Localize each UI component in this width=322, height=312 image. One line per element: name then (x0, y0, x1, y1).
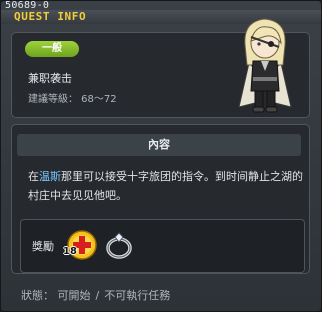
npc-portrait-icon (238, 18, 292, 113)
status-separator: / (95, 289, 100, 302)
silver-ring-icon[interactable] (103, 229, 135, 261)
window-title: QUEST INFO (14, 10, 87, 23)
quest-info-window: 50689-0 QUEST INFO 一般 兼职袭击 建議等級： 68～72 內… (0, 0, 322, 312)
quest-type-badge: 一般 (25, 41, 79, 57)
quest-description: 在温斯那里可以接受十字旅团的指令。到时间静止之湖的村庄中去见见他吧。 (28, 167, 304, 205)
quest-name: 兼职袭击 (28, 72, 72, 85)
reward-label: 獎勵 (32, 240, 54, 253)
status-text: 狀態： 可開始 (21, 289, 91, 302)
desc-rest: 那里可以接受十字旅团的指令。到时间静止之湖的村庄中去见见他吧。 (28, 170, 303, 202)
content-header: 內容 (17, 134, 301, 156)
recommended-level: 建議等級： 68～72 (28, 94, 117, 105)
reward-count: 18 (63, 246, 77, 257)
status-line: 狀態： 可開始 / 不可執行任務 (21, 287, 170, 303)
status-note: 不可執行任務 (104, 289, 171, 302)
npc-name-link[interactable]: 温斯 (39, 170, 61, 183)
desc-prefix: 在 (28, 170, 39, 183)
